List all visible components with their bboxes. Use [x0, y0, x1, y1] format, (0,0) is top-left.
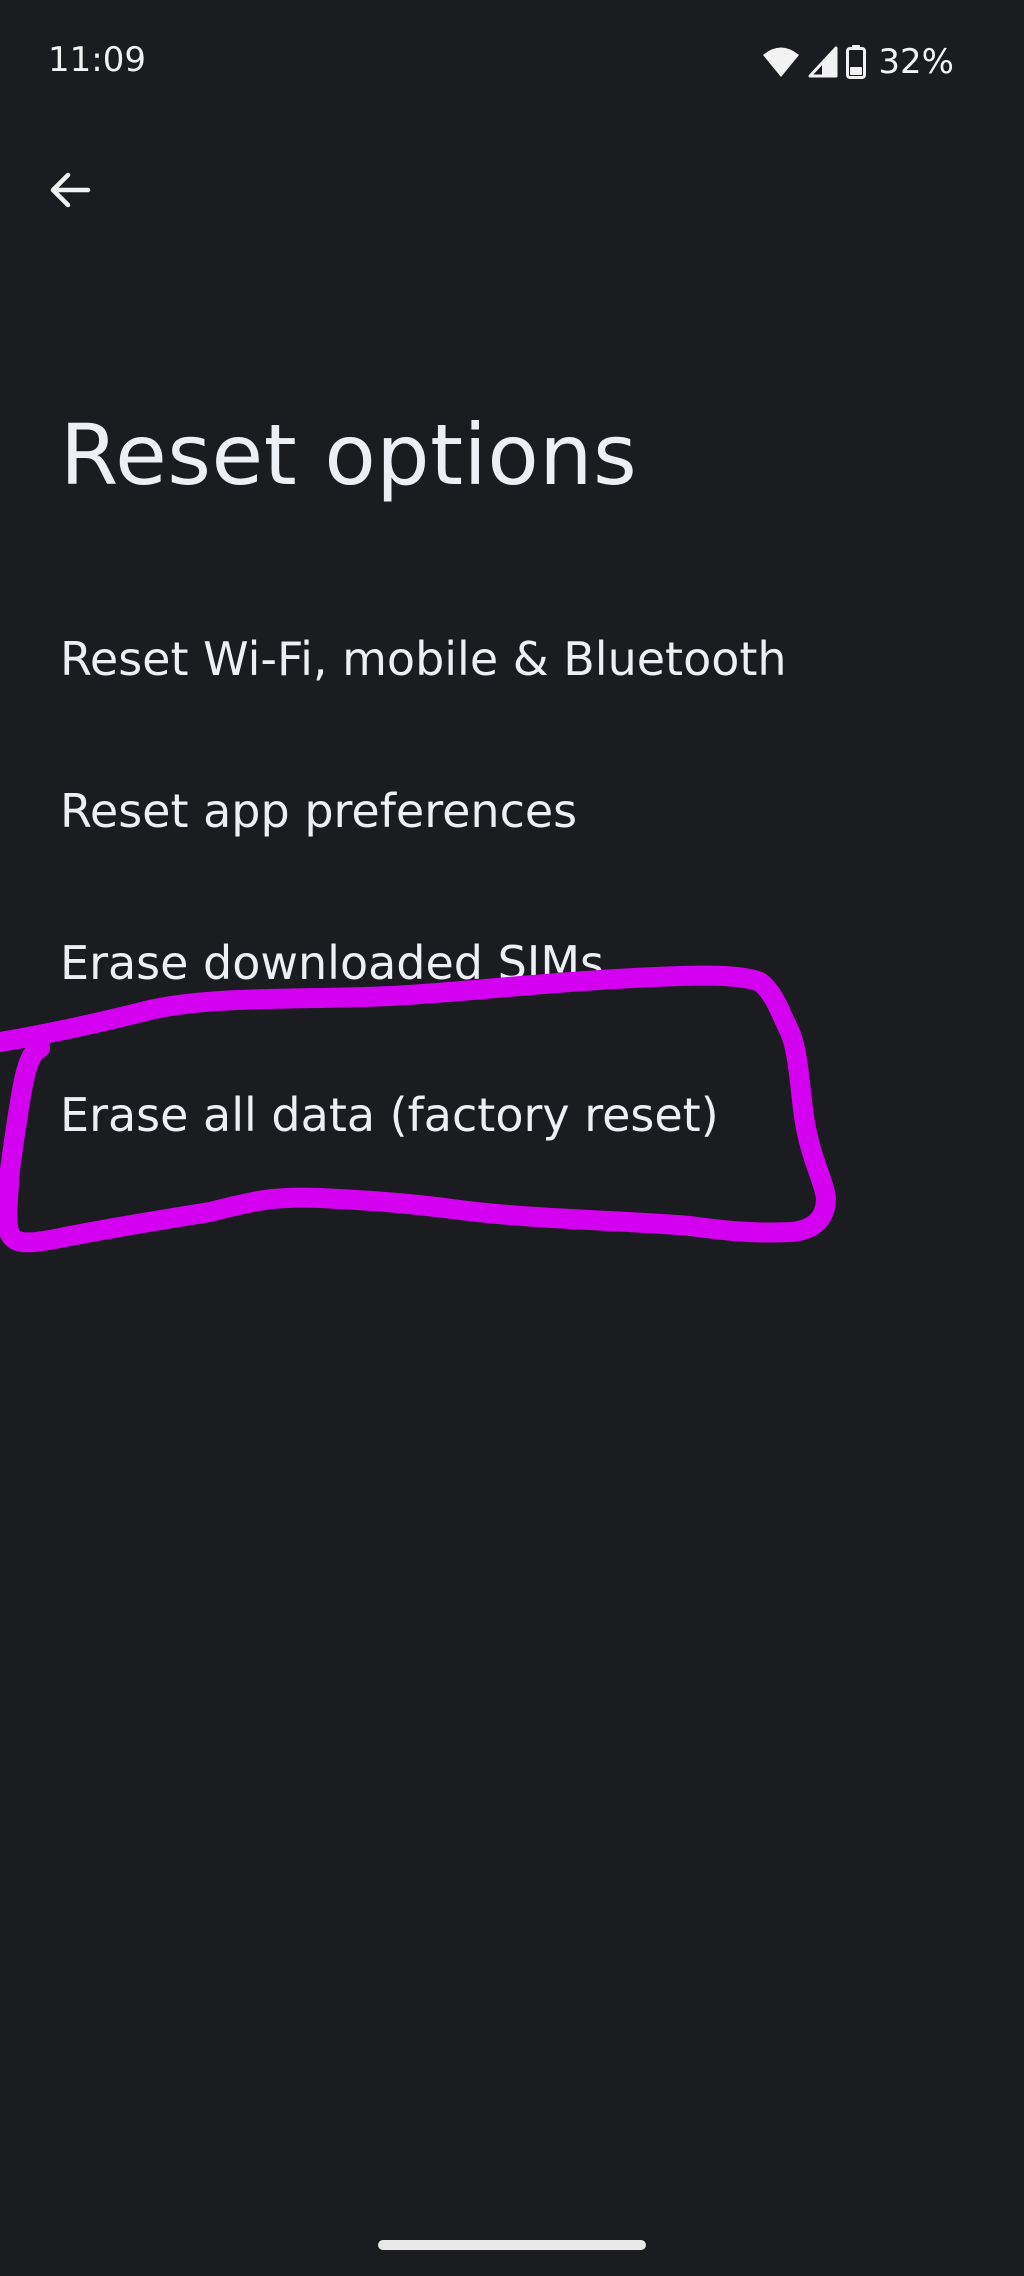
option-label: Erase all data (factory reset) — [60, 1088, 719, 1142]
option-label: Reset Wi-Fi, mobile & Bluetooth — [60, 632, 787, 686]
battery-icon — [846, 45, 867, 79]
status-icons: 32% — [762, 40, 954, 84]
wifi-icon — [762, 46, 800, 78]
arrow-back-icon — [48, 168, 92, 216]
home-indicator[interactable] — [378, 2240, 646, 2250]
reset-options-list: Reset Wi-Fi, mobile & Bluetooth Reset ap… — [0, 583, 1024, 1191]
option-reset-app-preferences[interactable]: Reset app preferences — [0, 735, 1024, 887]
option-reset-network[interactable]: Reset Wi-Fi, mobile & Bluetooth — [0, 583, 1024, 735]
status-bar: 11:09 32% — [0, 0, 1024, 120]
battery-percent: 32% — [878, 42, 954, 82]
status-time: 11:09 — [48, 40, 146, 80]
signal-icon — [808, 46, 838, 78]
option-factory-reset[interactable]: Erase all data (factory reset) — [0, 1039, 1024, 1191]
option-erase-downloaded-sims[interactable]: Erase downloaded SIMs — [0, 887, 1024, 1039]
option-label: Reset app preferences — [60, 784, 578, 838]
back-button[interactable] — [36, 158, 104, 226]
option-label: Erase downloaded SIMs — [60, 936, 605, 990]
page-title: Reset options — [60, 406, 638, 504]
